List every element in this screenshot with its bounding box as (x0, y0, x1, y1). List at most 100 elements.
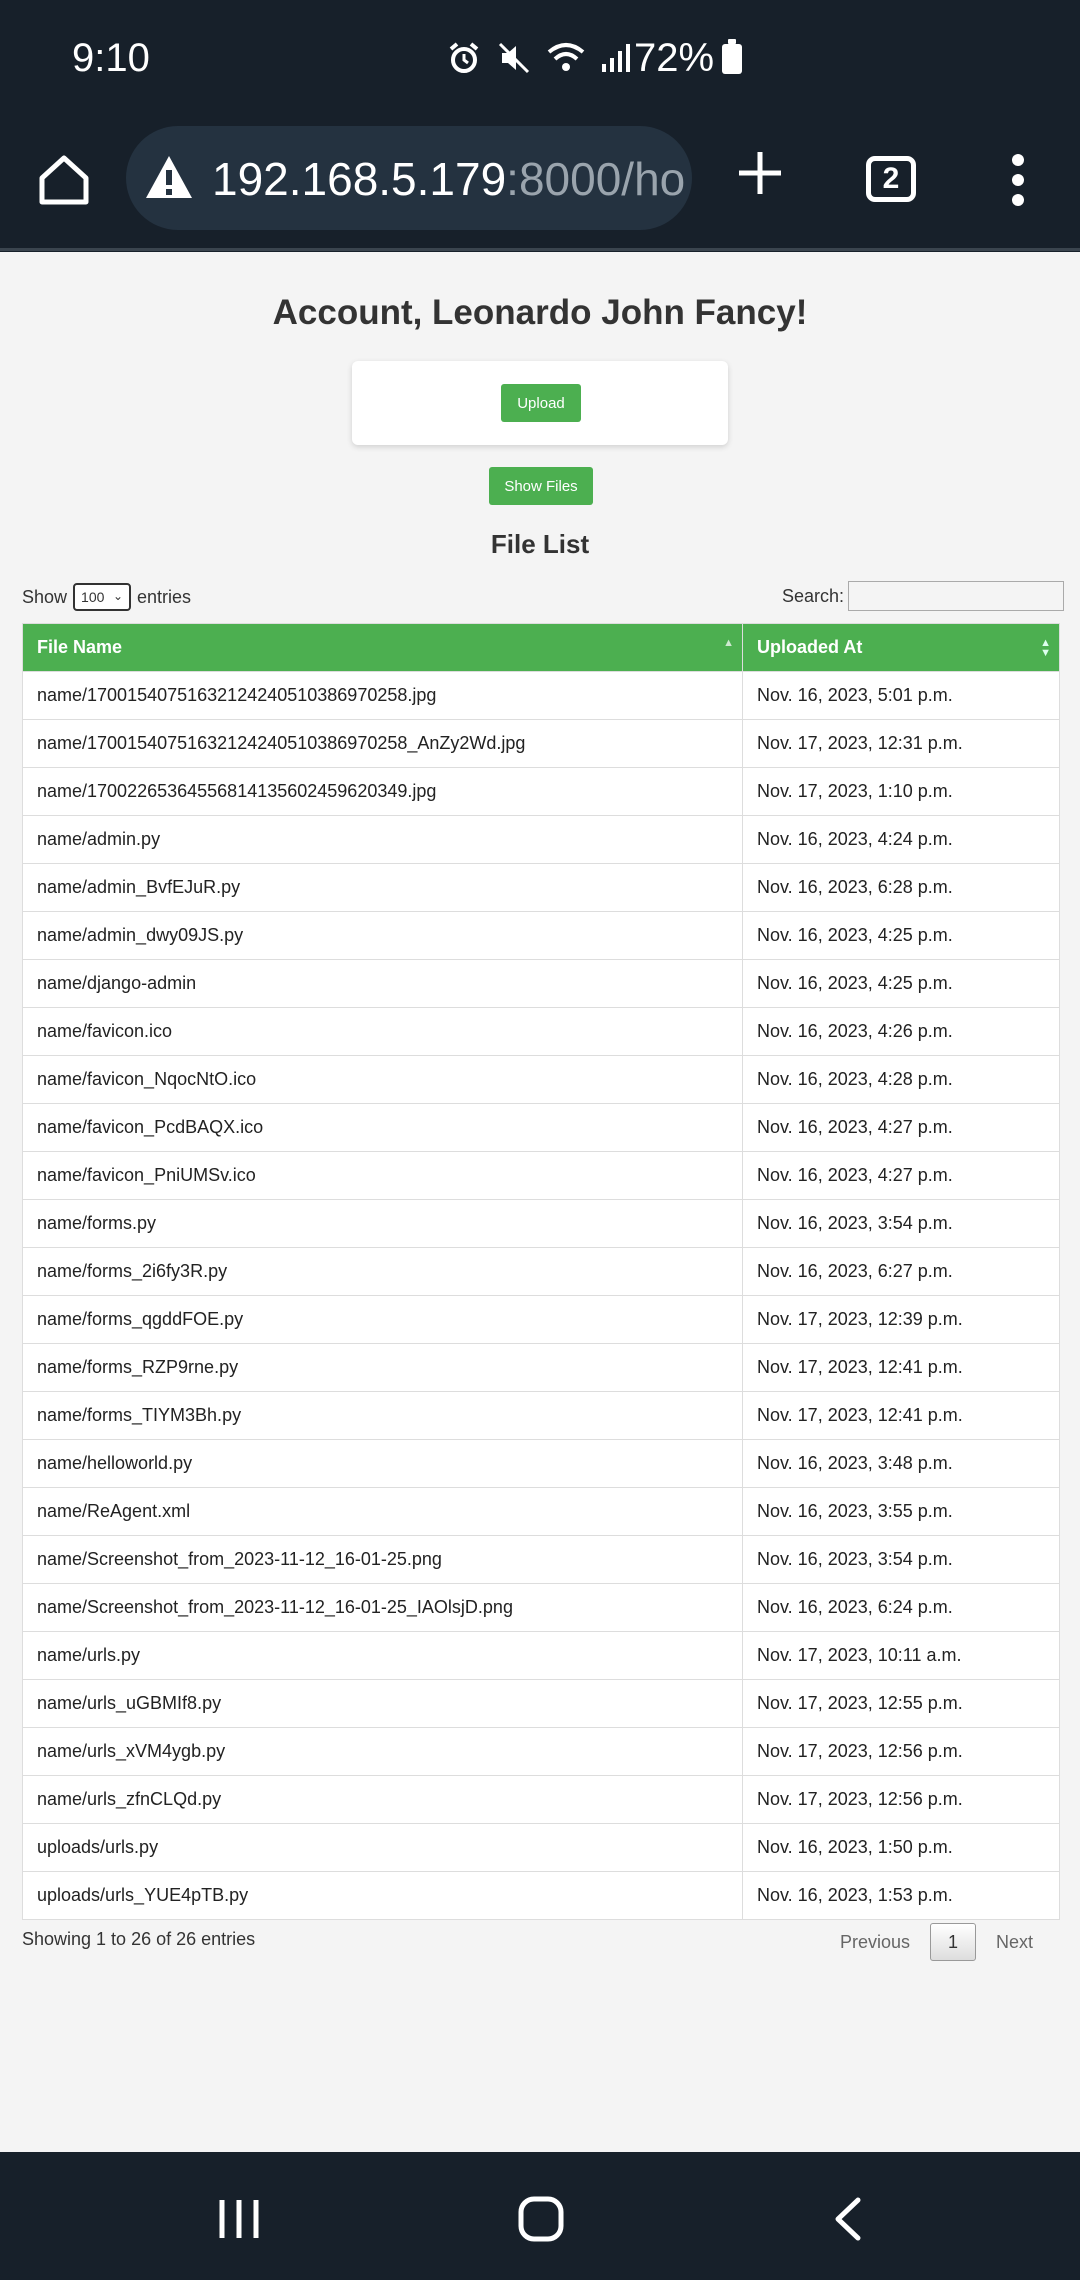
uploaded-at-cell: Nov. 17, 2023, 10:11 a.m. (742, 1631, 1060, 1680)
file-name-cell: name/favicon_PcdBAQX.ico (22, 1103, 743, 1152)
uploaded-at-cell: Nov. 17, 2023, 12:55 p.m. (742, 1679, 1060, 1728)
url-path: :8000/ho (506, 153, 686, 205)
show-files-button[interactable]: Show Files (489, 467, 593, 505)
uploaded-at-cell: Nov. 17, 2023, 12:31 p.m. (742, 719, 1060, 768)
status-time: 9:10 (72, 36, 150, 80)
file-name-cell: name/17002265364556814135602459620349.jp… (22, 767, 743, 816)
home-icon[interactable] (36, 152, 92, 208)
table-row: name/urls_uGBMIf8.py Nov. 17, 2023, 12:55… (22, 1679, 1060, 1728)
chevron-down-icon: ⌄ (112, 589, 124, 603)
page-title: Account, Leonardo John Fancy! (272, 293, 808, 332)
file-name-cell: name/forms.py (22, 1199, 743, 1248)
battery-icon (722, 38, 743, 74)
column-header-uploaded-at[interactable]: Uploaded At ▲ ▼ (742, 623, 1060, 672)
table-row: name/Screenshot_from_2023-11-12_16-01-25… (22, 1583, 1060, 1632)
back-icon[interactable] (826, 2196, 872, 2242)
table-info: Showing 1 to 26 of 26 entries (22, 1929, 256, 1949)
previous-button[interactable]: Previous (840, 1932, 910, 1953)
url-bar[interactable]: 192.168.5.179:8000/ho (126, 126, 692, 230)
uploaded-at-cell: Nov. 17, 2023, 1:10 p.m. (742, 767, 1060, 816)
table-row: name/urls_xVM4ygb.py Nov. 17, 2023, 12:56… (22, 1727, 1060, 1776)
file-table: File Name ▲ Uploaded At ▲ ▼ name/17001540… (22, 623, 1060, 1920)
file-name-cell: uploads/urls.py (22, 1823, 743, 1872)
uploaded-at-cell: Nov. 17, 2023, 12:41 p.m. (742, 1391, 1060, 1440)
table-row: name/forms_qgddFOE.py Nov. 17, 2023, 12:3… (22, 1295, 1060, 1344)
upload-button[interactable]: Upload (501, 384, 581, 422)
table-body: name/17001540751632124240510386970258.jp… (22, 671, 1060, 1920)
uploaded-at-cell: Nov. 16, 2023, 4:25 p.m. (742, 959, 1060, 1008)
uploaded-at-cell: Nov. 16, 2023, 6:27 p.m. (742, 1247, 1060, 1296)
mute-icon (498, 42, 530, 74)
search-control: Search: (782, 581, 1065, 611)
uploaded-at-cell: Nov. 16, 2023, 3:48 p.m. (742, 1439, 1060, 1488)
file-name-cell: name/Screenshot_from_2023-11-12_16-01-25… (22, 1583, 743, 1632)
warning-icon[interactable] (144, 154, 194, 200)
uploaded-at-cell: Nov. 16, 2023, 6:24 p.m. (742, 1583, 1060, 1632)
more-vert-icon[interactable] (1006, 152, 1030, 208)
browser-toolbar: 192.168.5.179:8000/ho 2 (0, 120, 1080, 252)
file-name-cell: name/favicon.ico (22, 1007, 743, 1056)
plus-icon[interactable] (735, 148, 785, 198)
status-icons (446, 40, 632, 76)
uploaded-at-cell: Nov. 16, 2023, 4:25 p.m. (742, 911, 1060, 960)
file-name-cell: name/forms_TIYM3Bh.py (22, 1391, 743, 1440)
sort-both-icon: ▲ ▼ (1040, 637, 1051, 659)
search-input[interactable] (848, 581, 1065, 611)
entries-label: entries (137, 586, 192, 607)
file-name-cell: name/forms_2i6fy3R.py (22, 1247, 743, 1296)
url-text[interactable]: 192.168.5.179:8000/ho (212, 152, 685, 206)
entries-select[interactable]: 100 ⌄ (73, 583, 132, 611)
search-label: Search: (782, 585, 845, 606)
table-header-row: File Name ▲ Uploaded At ▲ ▼ (22, 623, 1060, 672)
recents-icon[interactable] (216, 2196, 262, 2242)
next-button[interactable]: Next (996, 1932, 1033, 1953)
table-row: name/admin_dwy09JS.py Nov. 16, 2023, 4:25… (22, 911, 1060, 960)
table-row: name/admin.py Nov. 16, 2023, 4:24 p.m. (22, 815, 1060, 864)
table-row: name/favicon.ico Nov. 16, 2023, 4:26 p.m. (22, 1007, 1060, 1056)
file-list-title: File List (490, 529, 590, 559)
uploaded-at-cell: Nov. 16, 2023, 1:50 p.m. (742, 1823, 1060, 1872)
uploaded-at-cell: Nov. 17, 2023, 12:56 p.m. (742, 1727, 1060, 1776)
file-name-cell: name/forms_qgddFOE.py (22, 1295, 743, 1344)
system-nav-bar (0, 2152, 1080, 2280)
table-row: name/admin_BvfEJuR.py Nov. 16, 2023, 6:28… (22, 863, 1060, 912)
column-header-label: Uploaded At (757, 637, 863, 657)
table-row: name/helloworld.py Nov. 16, 2023, 3:48 p.… (22, 1439, 1060, 1488)
wifi-icon (547, 43, 585, 71)
uploaded-at-cell: Nov. 16, 2023, 4:27 p.m. (742, 1103, 1060, 1152)
file-name-cell: name/urls_xVM4ygb.py (22, 1727, 743, 1776)
table-row: name/django-admin Nov. 16, 2023, 4:25 p.m… (22, 959, 1060, 1008)
uploaded-at-cell: Nov. 17, 2023, 12:39 p.m. (742, 1295, 1060, 1344)
url-host: 192.168.5.179 (212, 153, 507, 205)
tab-count: 2 (882, 162, 900, 195)
entries-select-value: 100 (81, 589, 105, 605)
home-nav-icon[interactable] (518, 2196, 564, 2242)
alarm-icon (449, 42, 479, 73)
file-name-cell: name/urls.py (22, 1631, 743, 1680)
uploaded-at-cell: Nov. 16, 2023, 5:01 p.m. (742, 671, 1060, 720)
table-row: uploads/urls_YUE4pTB.py Nov. 16, 2023, 1:… (22, 1871, 1060, 1920)
uploaded-at-cell: Nov. 17, 2023, 12:56 p.m. (742, 1775, 1060, 1824)
file-name-cell: name/favicon_NqocNtO.ico (22, 1055, 743, 1104)
file-name-cell: name/forms_RZP9rne.py (22, 1343, 743, 1392)
tab-switcher-button[interactable]: 2 (866, 156, 916, 202)
file-name-cell: uploads/urls_YUE4pTB.py (22, 1871, 743, 1920)
uploaded-at-cell: Nov. 16, 2023, 4:28 p.m. (742, 1055, 1060, 1104)
show-label: Show (22, 586, 68, 607)
entries-length-control: Show 100 ⌄ entries (22, 583, 191, 611)
column-header-label: File Name (37, 637, 123, 657)
table-row: name/urls_zfnCLQd.py Nov. 17, 2023, 12:56… (22, 1775, 1060, 1824)
uploaded-at-cell: Nov. 16, 2023, 3:54 p.m. (742, 1535, 1060, 1584)
file-name-cell: name/favicon_PniUMSv.ico (22, 1151, 743, 1200)
uploaded-at-cell: Nov. 16, 2023, 4:27 p.m. (742, 1151, 1060, 1200)
uploaded-at-cell: Nov. 16, 2023, 6:28 p.m. (742, 863, 1060, 912)
column-header-file-name[interactable]: File Name ▲ (22, 623, 743, 672)
table-row: name/Screenshot_from_2023-11-12_16-01-25… (22, 1535, 1060, 1584)
file-name-cell: name/admin_BvfEJuR.py (22, 863, 743, 912)
table-row: name/17001540751632124240510386970258_An… (22, 719, 1060, 768)
table-row: name/favicon_PniUMSv.ico Nov. 16, 2023, 4… (22, 1151, 1060, 1200)
battery-status: 72% (634, 36, 743, 81)
status-bar: 9:10 72% (0, 0, 1080, 120)
page-number-button[interactable]: 1 (930, 1923, 977, 1961)
table-row: name/17002265364556814135602459620349.jp… (22, 767, 1060, 816)
